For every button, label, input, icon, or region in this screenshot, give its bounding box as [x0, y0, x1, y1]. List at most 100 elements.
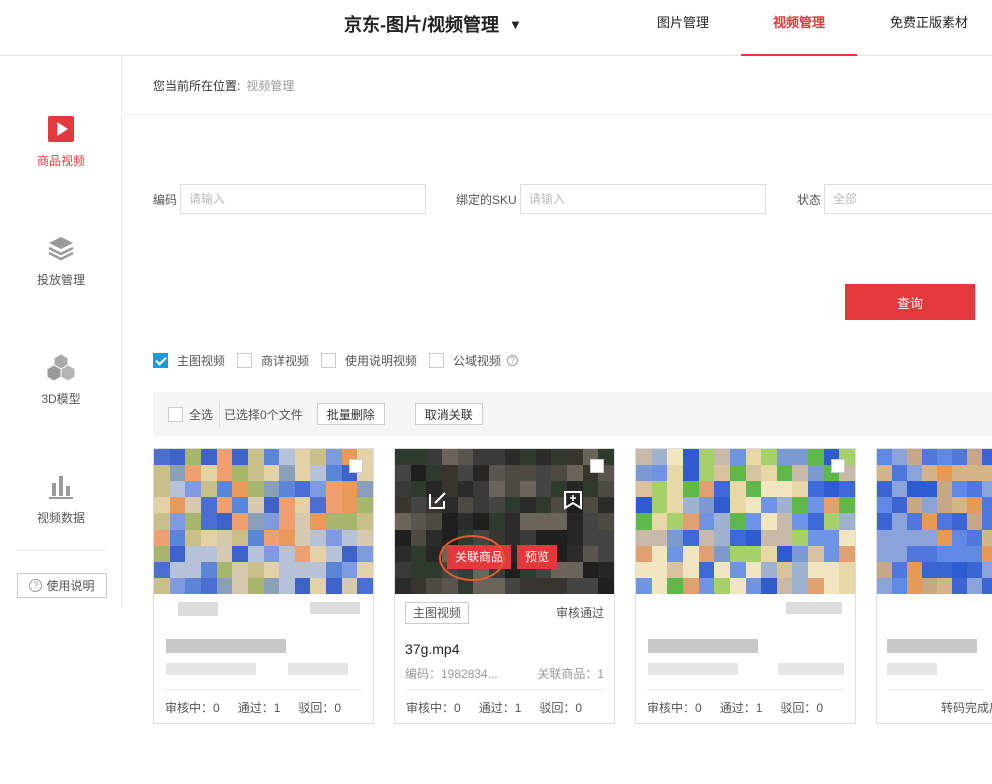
select-checkbox[interactable]: [590, 459, 604, 473]
divider: [165, 689, 362, 690]
code-label: 编码: [153, 193, 178, 207]
stat-passed: 通过：1: [719, 701, 763, 715]
redacted-text: [648, 639, 758, 653]
type-label: 主图视频: [177, 354, 226, 368]
file-name: 37g.mp4: [405, 641, 460, 657]
stat-rejected: 驳回：0: [539, 701, 583, 715]
review-stats: 审核中：0 通过：1 驳回：0: [406, 699, 582, 716]
brand-switcher[interactable]: 京东-图片/视频管理 ▼: [344, 11, 522, 37]
redacted-text: [166, 639, 286, 653]
redacted-text: [887, 663, 937, 675]
preview-button[interactable]: 预览: [517, 545, 558, 569]
divider: [888, 689, 984, 690]
checkbox[interactable]: [429, 353, 445, 368]
video-card[interactable]: 审核中：0 通过：1 驳回：0: [153, 448, 374, 724]
stat-reviewing: 审核中：0: [406, 701, 461, 715]
checkbox[interactable]: [153, 353, 168, 368]
help-button[interactable]: ? 使用说明: [17, 573, 107, 598]
sidebar-item-label: 投放管理: [36, 273, 85, 287]
sku-label: 绑定的SKU: [456, 193, 517, 207]
stat-rejected: 驳回：0: [780, 701, 824, 715]
highlight-circle: [439, 535, 505, 581]
batch-toolbar: 全选 已选择0个文件 批量删除 取消关联: [153, 392, 992, 436]
divider: [647, 689, 844, 690]
selected-count: 已选择0个文件: [224, 407, 303, 422]
info-icon[interactable]: ?: [507, 355, 519, 366]
video-thumbnail[interactable]: [636, 449, 855, 594]
convert-status: 转码完成后: [941, 701, 992, 715]
top-header: 京东-图片/视频管理 ▼ 图片管理 视频管理 免费正版素材: [0, 0, 992, 56]
sidebar-item-label: 视频数据: [36, 511, 85, 525]
video-code: 编码：1982834...: [405, 667, 498, 681]
sidebar: 商品视频 投放管理 3D模型 视频数据 ? 使用说明: [0, 56, 122, 608]
breadcrumb-prefix: 您当前所在位置:: [153, 79, 241, 93]
separator: [219, 401, 221, 427]
redacted-text: [178, 602, 218, 616]
bookmark-icon[interactable]: [562, 489, 584, 511]
tab-video-management[interactable]: 视频管理: [741, 0, 857, 56]
video-camera-icon: [46, 114, 76, 144]
sidebar-item-label: 商品视频: [36, 154, 85, 168]
type-label: 公域视频: [453, 354, 502, 368]
query-button[interactable]: 查询: [845, 284, 975, 320]
review-stats: 审核中：0 通过：1 驳回：0: [165, 699, 341, 716]
breadcrumb: 您当前所在位置: 视频管理: [153, 77, 294, 94]
sidebar-item-3d-model[interactable]: 3D模型: [0, 352, 122, 407]
review-stats: 审核中：0 通过：1 驳回：0: [647, 699, 823, 716]
sku-input[interactable]: [520, 184, 766, 214]
select-all-checkbox[interactable]: [168, 406, 183, 422]
divider: [406, 689, 603, 690]
redacted-text: [778, 663, 844, 675]
sidebar-item-label: 3D模型: [41, 392, 81, 406]
stat-reviewing: 审核中：0: [165, 701, 220, 715]
redacted-text: [648, 663, 738, 675]
edit-icon[interactable]: [427, 489, 449, 511]
checkbox[interactable]: [237, 353, 253, 368]
type-instruction-video[interactable]: 使用说明视频: [321, 352, 417, 369]
layers-icon: [46, 233, 76, 263]
stat-reviewing: 审核中：0: [647, 701, 702, 715]
hover-overlay: 关联商品 预览: [395, 449, 614, 594]
type-detail-video[interactable]: 商详视频: [237, 352, 309, 369]
caret-down-icon: ▼: [509, 16, 522, 32]
video-type-filter: 主图视频 商详视频 使用说明视频 公域视频 ?: [153, 352, 530, 369]
breadcrumb-current[interactable]: 视频管理: [246, 79, 294, 93]
status-label: 状态: [797, 193, 822, 207]
stat-passed: 通过：1: [237, 701, 281, 715]
type-public-video[interactable]: 公域视频 ?: [429, 352, 519, 369]
linked-products[interactable]: 关联商品：1: [537, 665, 604, 682]
select-all-label[interactable]: 全选: [189, 406, 213, 423]
code-input[interactable]: [180, 184, 426, 214]
redacted-text: [288, 663, 348, 675]
type-badge: 主图视频: [405, 602, 470, 624]
sidebar-item-product-video[interactable]: 商品视频: [0, 114, 122, 169]
divider: [123, 114, 992, 115]
type-label: 商详视频: [261, 354, 310, 368]
stat-rejected: 驳回：0: [298, 701, 342, 715]
select-checkbox[interactable]: [831, 459, 845, 473]
type-main-video[interactable]: 主图视频: [153, 352, 225, 369]
bar-chart-icon: [46, 471, 76, 501]
sidebar-divider: [16, 550, 106, 551]
bulk-delete-button[interactable]: 批量删除: [316, 403, 385, 425]
stat-passed: 通过：1: [478, 701, 522, 715]
sidebar-item-placement[interactable]: 投放管理: [0, 233, 122, 288]
redacted-text: [786, 602, 842, 614]
type-label: 使用说明视频: [345, 354, 418, 368]
sidebar-item-video-data[interactable]: 视频数据: [0, 471, 122, 526]
tab-free-materials[interactable]: 免费正版素材: [866, 0, 992, 56]
redacted-text: [310, 602, 360, 614]
question-icon: ?: [29, 579, 43, 592]
video-thumbnail[interactable]: [154, 449, 373, 594]
video-card[interactable]: 审核中：0 通过：1 驳回：0: [635, 448, 856, 724]
video-card[interactable]: 转码完成后: [876, 448, 992, 724]
unlink-button[interactable]: 取消关联: [414, 403, 483, 425]
cubes-icon: [46, 352, 76, 382]
tab-image-management[interactable]: 图片管理: [630, 0, 736, 56]
select-checkbox[interactable]: [349, 459, 363, 473]
video-thumbnail[interactable]: [877, 449, 992, 594]
brand-title: 京东-图片/视频管理: [344, 15, 499, 35]
checkbox[interactable]: [321, 353, 337, 368]
video-card-hovered[interactable]: 关联商品 预览 主图视频 审核通过 37g.mp4 编码：1982834... …: [394, 448, 615, 724]
status-select[interactable]: [824, 184, 992, 214]
